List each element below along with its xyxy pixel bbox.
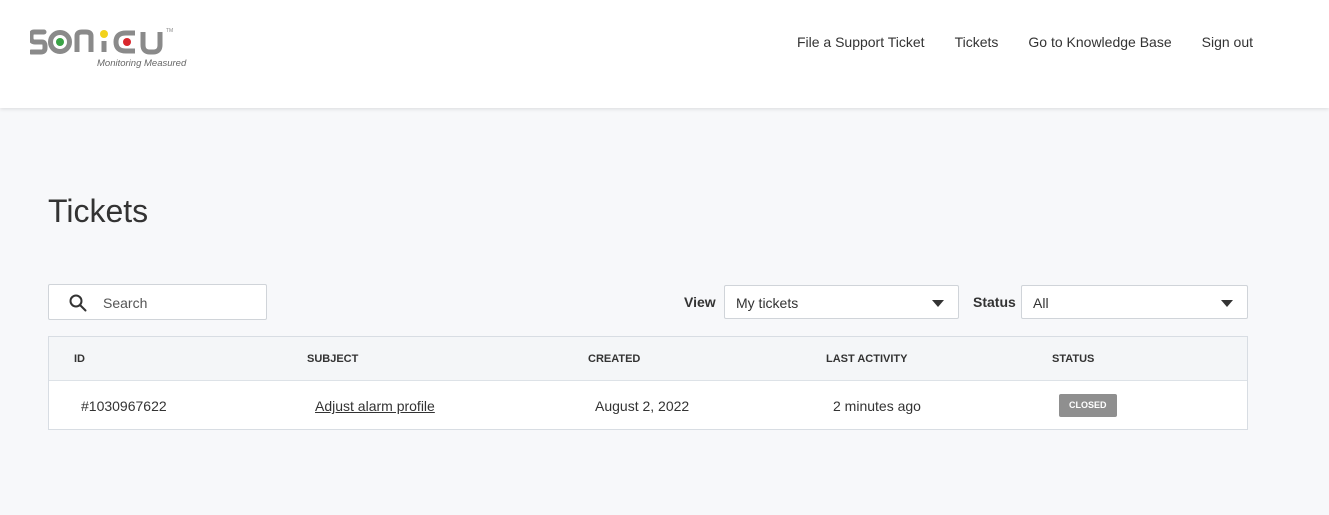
status-badge: CLOSED: [1059, 394, 1117, 417]
search-box[interactable]: [48, 284, 267, 320]
trademark-mark: TM: [166, 28, 173, 34]
tickets-table: ID SUBJECT CREATED LAST ACTIVITY STATUS …: [48, 336, 1248, 430]
column-header-subject[interactable]: SUBJECT: [307, 353, 358, 365]
top-header: TM Monitoring Measured File a Support Ti…: [0, 0, 1329, 108]
ticket-created: August 2, 2022: [595, 398, 690, 414]
search-input[interactable]: [103, 293, 253, 313]
nav-file-ticket[interactable]: File a Support Ticket: [797, 34, 925, 50]
view-select[interactable]: My tickets: [724, 285, 959, 319]
view-select-value: My tickets: [736, 295, 799, 311]
column-header-last-activity[interactable]: LAST ACTIVITY: [826, 353, 907, 365]
table-header: ID SUBJECT CREATED LAST ACTIVITY STATUS: [49, 337, 1247, 381]
column-header-created[interactable]: CREATED: [588, 353, 640, 365]
column-header-status[interactable]: STATUS: [1052, 353, 1094, 365]
status-filter-label: Status: [973, 294, 1016, 310]
top-nav: File a Support Ticket Tickets Go to Know…: [797, 34, 1253, 50]
page-title: Tickets: [48, 193, 149, 229]
caret-down-icon: [932, 300, 944, 307]
view-filter-label: View: [684, 294, 716, 310]
ticket-id: #1030967622: [81, 398, 167, 414]
status-select[interactable]: All: [1021, 285, 1248, 319]
logo-tagline: Monitoring Measured: [97, 58, 187, 69]
sonicu-logo[interactable]: TM Monitoring Measured: [30, 26, 210, 72]
nav-knowledge-base[interactable]: Go to Knowledge Base: [1028, 34, 1171, 50]
nav-sign-out[interactable]: Sign out: [1202, 34, 1253, 50]
search-icon: [69, 294, 87, 312]
status-select-value: All: [1033, 295, 1049, 311]
nav-tickets[interactable]: Tickets: [955, 34, 999, 50]
column-header-id[interactable]: ID: [74, 353, 85, 365]
ticket-subject-link[interactable]: Adjust alarm profile: [315, 398, 435, 414]
caret-down-icon: [1221, 300, 1233, 307]
ticket-last-activity: 2 minutes ago: [833, 398, 921, 414]
